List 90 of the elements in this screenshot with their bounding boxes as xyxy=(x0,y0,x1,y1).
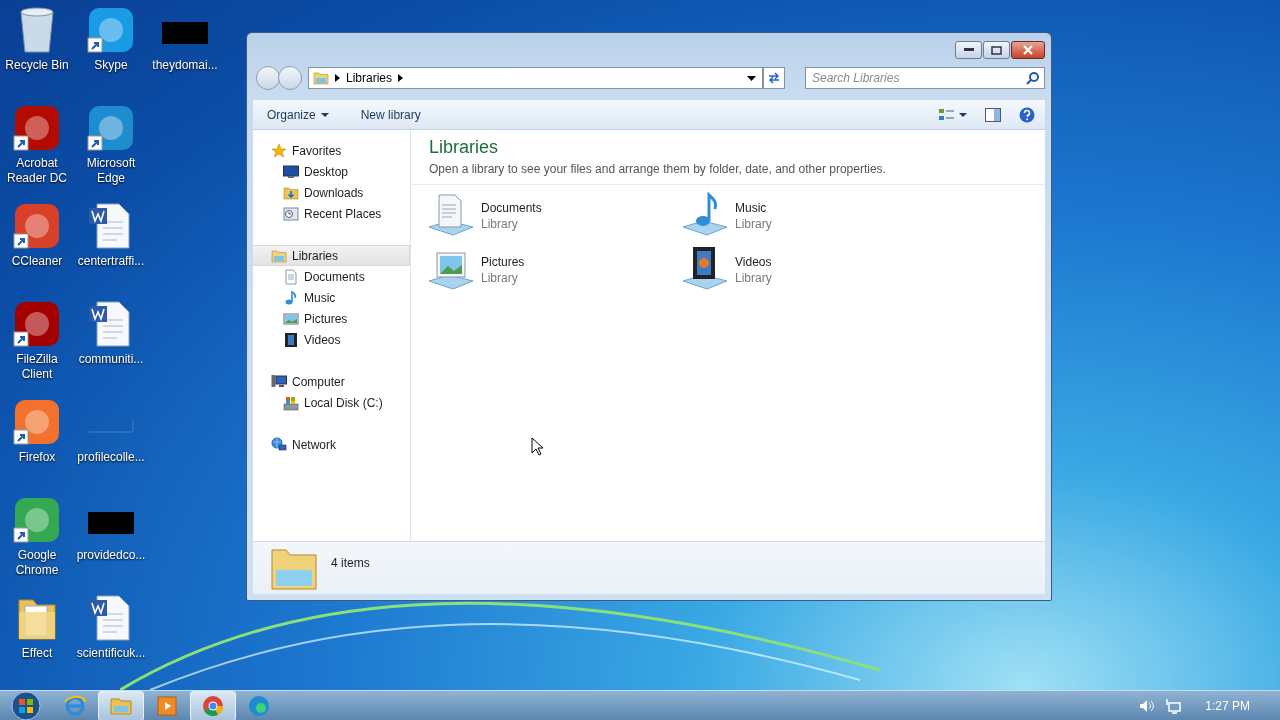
network-icon xyxy=(271,436,287,453)
library-type: Library xyxy=(481,217,519,231)
desktop-icon-label[interactable]: CCleaner xyxy=(0,254,74,269)
maximize-button[interactable] xyxy=(983,41,1010,59)
folder-icon xyxy=(283,184,299,201)
desktop-icon-label[interactable]: FileZilla Client xyxy=(0,352,74,382)
desktop-icon-label[interactable]: theydomai... xyxy=(148,58,222,73)
address-bar[interactable]: Libraries xyxy=(308,67,763,89)
dropdown-arrow-icon[interactable] xyxy=(747,75,756,81)
app-icon[interactable] xyxy=(13,398,61,446)
documents-library-icon xyxy=(427,191,475,239)
view-options-icon[interactable] xyxy=(939,107,967,122)
taskbar-button[interactable] xyxy=(190,690,236,720)
nav-pane-item[interactable]: Documents xyxy=(253,266,410,287)
music-note-icon xyxy=(283,289,299,306)
mouse-cursor-icon xyxy=(531,437,543,456)
library-folder-icon xyxy=(271,247,287,264)
library-folder-icon xyxy=(271,546,317,590)
desktop-icon-label[interactable]: communiti... xyxy=(74,352,148,367)
nav-pane-item[interactable]: Pictures xyxy=(253,308,410,329)
minimize-button[interactable] xyxy=(955,41,982,59)
desktop-icon-label[interactable]: Effect xyxy=(0,646,74,661)
library-heading: Libraries xyxy=(429,137,500,158)
start-button[interactable] xyxy=(8,690,44,720)
library-name[interactable]: Music xyxy=(735,201,772,215)
command-button[interactable]: Organize xyxy=(263,105,333,124)
desktop-icon-label[interactable]: Google Chrome xyxy=(0,548,74,578)
star-icon xyxy=(271,142,287,159)
nav-pane-item[interactable]: Local Disk (C:) xyxy=(253,392,410,413)
app-icon[interactable] xyxy=(13,496,61,544)
close-button[interactable] xyxy=(1011,41,1045,59)
chevron-icon[interactable] xyxy=(335,74,340,82)
minimize-icon xyxy=(963,48,974,52)
app-icon[interactable] xyxy=(87,104,135,152)
library-name[interactable]: Pictures xyxy=(481,255,525,269)
desktop-icon-label[interactable]: scientificuk... xyxy=(74,646,148,661)
picture-icon xyxy=(283,310,299,327)
nav-pane-item[interactable]: Videos xyxy=(253,329,410,350)
chevron-icon[interactable] xyxy=(398,74,404,82)
desktop-icon-label[interactable]: Microsoft Edge xyxy=(74,156,148,186)
nav-pane-item[interactable]: Downloads xyxy=(253,182,410,203)
nav-pane-item[interactable]: Desktop xyxy=(253,161,410,182)
local-disk-icon xyxy=(283,394,299,411)
search-icon[interactable] xyxy=(1026,71,1040,85)
desktop-icon-label[interactable]: profilecolle... xyxy=(74,450,148,465)
nav-pane-item[interactable]: Network xyxy=(253,434,410,455)
search-field[interactable]: Search Libraries xyxy=(805,67,1045,89)
library-type: Library xyxy=(735,217,772,231)
close-icon xyxy=(1022,45,1034,55)
command-button[interactable]: New library xyxy=(356,105,425,124)
caret-icon xyxy=(320,112,329,117)
nav-pane-item[interactable]: Computer xyxy=(253,371,410,392)
computer-icon xyxy=(271,373,287,390)
nav-pane-item[interactable]: Libraries xyxy=(253,245,410,266)
maximize-icon xyxy=(991,45,1002,55)
desktop-icon-label[interactable]: centertraffi... xyxy=(74,254,148,269)
nav-pane-item[interactable]: Recent Places xyxy=(253,203,410,224)
app-icon[interactable] xyxy=(87,6,135,54)
desktop-icon-label[interactable]: Skype xyxy=(74,58,148,73)
music-library-icon xyxy=(681,191,729,239)
library-description: Open a library to see your files and arrange them by folder, date, and other properties. xyxy=(429,162,887,176)
document-icon xyxy=(283,268,299,285)
desktop-icon-label[interactable]: Recycle Bin xyxy=(0,58,74,73)
nav-pane-item[interactable]: Favorites xyxy=(253,140,410,161)
chrome-icon xyxy=(201,693,225,718)
refresh-icon xyxy=(767,72,781,84)
preview-pane-icon[interactable] xyxy=(985,107,1001,122)
media-icon xyxy=(155,693,179,718)
help-icon[interactable] xyxy=(1019,106,1035,123)
recent-places-icon xyxy=(283,205,299,222)
volume-icon[interactable] xyxy=(1139,698,1156,713)
item-count: 4 items xyxy=(331,555,370,570)
network-icon[interactable] xyxy=(1165,697,1182,714)
videos-library-icon xyxy=(681,245,729,293)
desktop-icon-label[interactable]: Acrobat Reader DC xyxy=(0,156,74,186)
app-icon[interactable] xyxy=(13,104,61,152)
desktop-icon-label[interactable]: providedco... xyxy=(74,548,148,563)
library-type: Library xyxy=(481,271,519,285)
library-type: Library xyxy=(735,271,772,285)
library-name[interactable]: Videos xyxy=(735,255,772,269)
film-icon xyxy=(283,331,299,348)
library-name[interactable]: Documents xyxy=(481,201,542,215)
address-crumb[interactable]: Libraries xyxy=(346,71,393,85)
monitor-icon xyxy=(283,163,299,180)
app-icon[interactable] xyxy=(13,300,61,348)
refresh-button[interactable] xyxy=(763,67,785,89)
library-folder-icon xyxy=(313,70,329,86)
app-icon[interactable] xyxy=(13,202,61,250)
nav-pane-item[interactable]: Music xyxy=(253,287,410,308)
desktop-icon-label[interactable]: Firefox xyxy=(0,450,74,465)
